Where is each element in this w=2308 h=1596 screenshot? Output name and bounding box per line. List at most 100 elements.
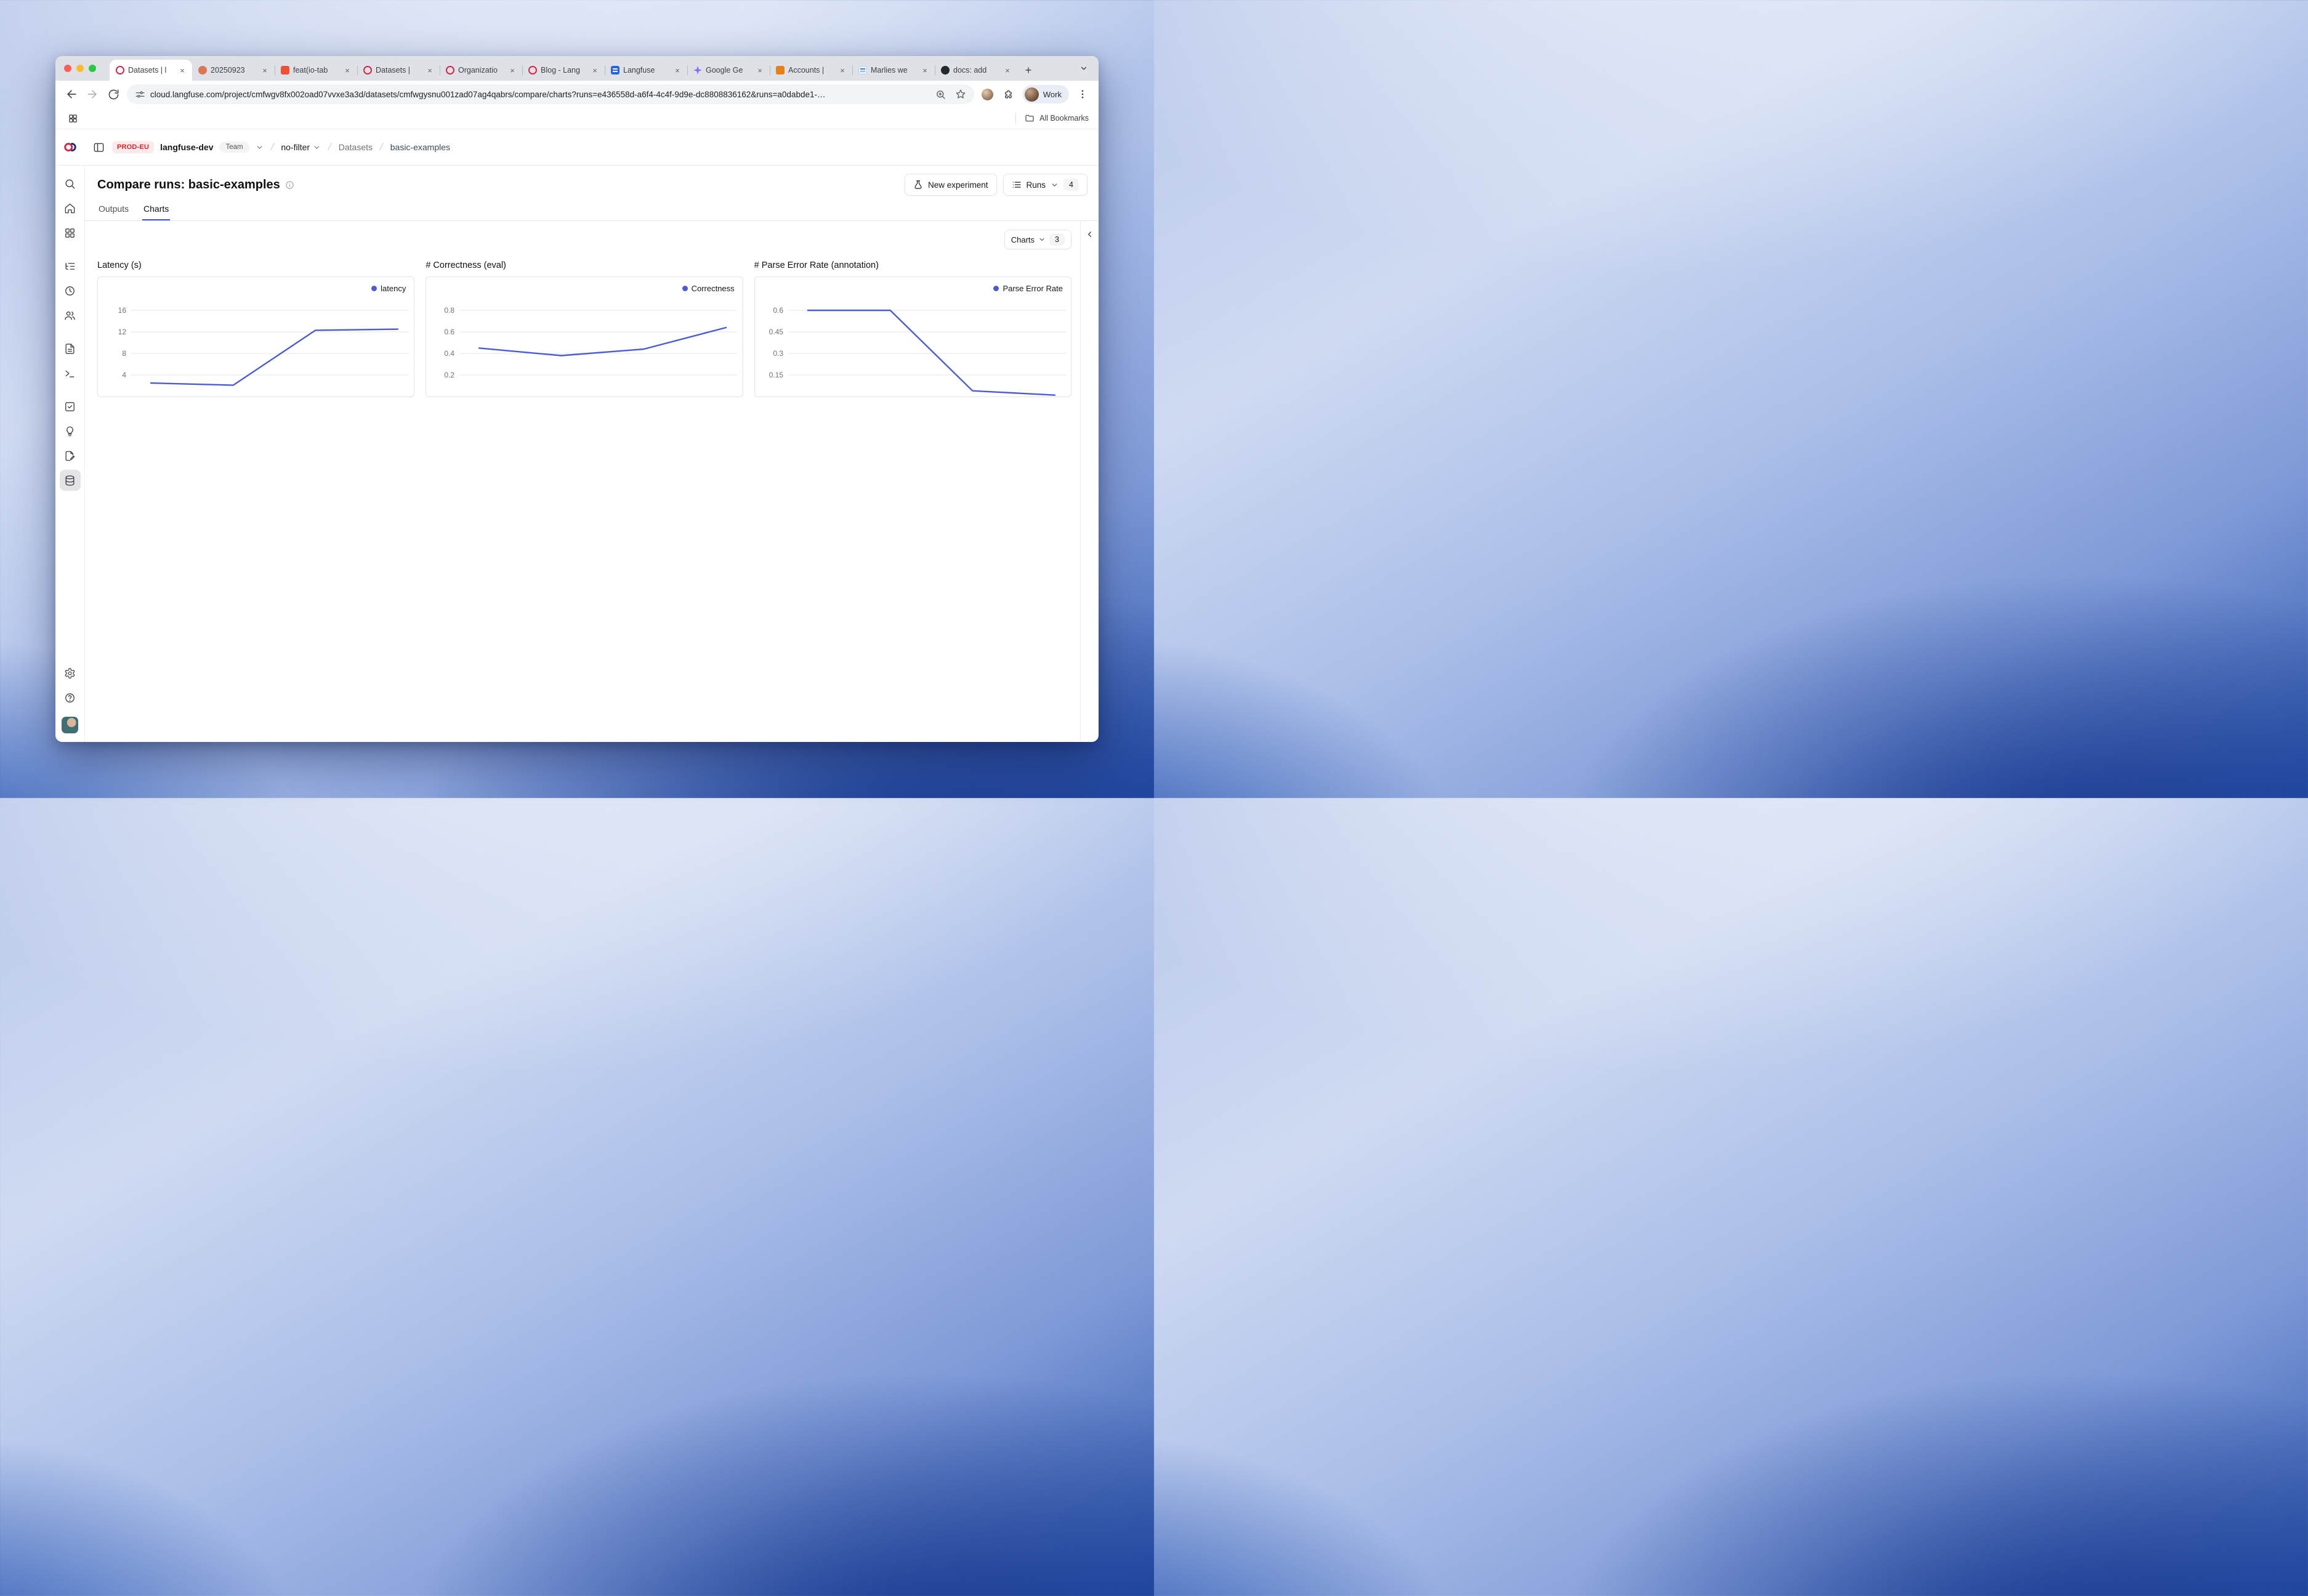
browser-tab[interactable]: Organizatio× (440, 60, 522, 81)
browser-profile-chip[interactable]: Work (1022, 85, 1069, 103)
browser-tab[interactable]: Accounts |× (770, 60, 852, 81)
tab-close-icon[interactable]: × (1003, 65, 1012, 75)
sidebar-item-playground[interactable] (60, 363, 81, 384)
browser-window: Datasets | l×20250923×feat(io-tab×Datase… (55, 56, 1099, 742)
apps-grid-icon[interactable] (65, 111, 80, 126)
svg-text:0.45: 0.45 (769, 328, 783, 336)
extension-avatar-icon[interactable] (980, 87, 995, 102)
browser-tab[interactable]: Datasets | × (357, 60, 440, 81)
tab-close-icon[interactable]: × (177, 65, 187, 75)
fullscreen-window-button[interactable] (89, 65, 96, 72)
browser-tab[interactable]: Langfuse× (605, 60, 687, 81)
charts-count-badge: 3 (1049, 233, 1065, 246)
tab-list: Datasets | l×20250923×feat(io-tab×Datase… (110, 60, 1017, 81)
svg-text:16: 16 (118, 306, 127, 315)
langfuse-favicon-icon (528, 66, 537, 75)
reload-icon[interactable] (106, 87, 121, 102)
tab-close-icon[interactable]: × (507, 65, 517, 75)
sidebar-item-sessions[interactable] (60, 280, 81, 301)
tab-title: docs: add (953, 66, 999, 75)
charts-selector-row: Charts 3 (97, 221, 1071, 252)
list-icon (1012, 180, 1022, 190)
svg-text:0.2: 0.2 (445, 371, 455, 379)
tab-title: Blog - Lang (541, 66, 586, 75)
collapse-panel-chevron-icon[interactable] (1085, 230, 1094, 239)
breadcrumb-current[interactable]: basic-examples (390, 142, 450, 152)
browser-tab[interactable]: feat(io-tab× (275, 60, 357, 81)
user-avatar[interactable] (62, 717, 78, 733)
sidebar-toggle-icon[interactable] (91, 140, 106, 155)
gemini-favicon-icon (693, 66, 702, 75)
sidebar-item-users[interactable] (60, 305, 81, 326)
legend-dot-icon (993, 286, 999, 291)
project-switcher[interactable]: no-filter (281, 142, 321, 152)
close-window-button[interactable] (64, 65, 71, 72)
sidebar-item-annotation[interactable] (60, 445, 81, 466)
tab-title: Langfuse (623, 66, 669, 75)
charts-filter-dropdown[interactable]: Charts 3 (1004, 230, 1071, 249)
sidebar-item-evaluation[interactable] (60, 396, 81, 417)
tab-list-chevron-icon[interactable] (1076, 61, 1091, 76)
browser-tab[interactable]: docs: add × (935, 60, 1017, 81)
browser-tab[interactable]: Datasets | l× (110, 60, 192, 81)
back-icon[interactable] (64, 87, 79, 102)
new-tab-button[interactable]: + (1020, 62, 1037, 79)
tab-close-icon[interactable]: × (260, 65, 270, 75)
page-actions: New experiment Runs 4 (905, 174, 1087, 196)
address-bar[interactable]: cloud.langfuse.com/project/cmfwgv8fx002o… (127, 84, 974, 104)
info-icon[interactable] (285, 180, 294, 190)
legend-dot-icon (682, 286, 688, 291)
tab-close-icon[interactable]: × (755, 65, 765, 75)
chart-canvas[interactable]: Correctness 0.20.40.60.8 (426, 276, 743, 397)
extensions-puzzle-icon[interactable] (1001, 87, 1016, 102)
tab-outputs[interactable]: Outputs (97, 200, 130, 220)
browser-tab[interactable]: Google Ge× (687, 60, 770, 81)
legend-dot-icon (371, 286, 377, 291)
org-switcher-chevron-icon[interactable] (256, 143, 264, 151)
runs-dropdown-button[interactable]: Runs 4 (1003, 174, 1087, 196)
sidebar-item-datasets[interactable] (60, 470, 81, 491)
langfuse-logo[interactable] (55, 140, 85, 154)
minimize-window-button[interactable] (76, 65, 84, 72)
legend-label: latency (381, 284, 406, 293)
chart-canvas[interactable]: latency 481216 (97, 276, 414, 397)
tab-charts[interactable]: Charts (142, 200, 170, 220)
browser-tab[interactable]: Blog - Lang × (522, 60, 605, 81)
tab-close-icon[interactable]: × (590, 65, 600, 75)
tab-close-icon[interactable]: × (837, 65, 847, 75)
new-experiment-button[interactable]: New experiment (905, 174, 997, 196)
sidebar-item-prompts[interactable] (60, 338, 81, 359)
chart-canvas[interactable]: Parse Error Rate 0.150.30.450.6 (754, 276, 1071, 397)
sidebar-item-insights[interactable] (60, 421, 81, 441)
tab-close-icon[interactable]: × (342, 65, 352, 75)
breadcrumb-datasets-link[interactable]: Datasets (339, 142, 373, 152)
chart-correctness: # Correctness (eval) Correctness 0.20.40… (426, 260, 743, 397)
tab-title: feat(io-tab (293, 66, 339, 75)
file-text-icon (64, 343, 76, 355)
breadcrumb-separator: / (326, 141, 334, 153)
url-text[interactable]: cloud.langfuse.com/project/cmfwgv8fx002o… (150, 90, 929, 99)
sidebar-item-home[interactable] (60, 198, 81, 219)
sidebar-item-dashboards[interactable] (60, 222, 81, 243)
bookmark-star-icon[interactable] (953, 87, 968, 102)
sidebar-item-settings[interactable] (60, 663, 81, 683)
chart-legend: Correctness (682, 284, 735, 293)
org-name[interactable]: langfuse-dev (160, 142, 213, 152)
browser-tab[interactable]: Marlies we× (852, 60, 935, 81)
zoom-icon[interactable] (934, 87, 948, 102)
tab-title: Datasets | (376, 66, 421, 75)
browser-menu-kebab-icon[interactable] (1075, 87, 1090, 102)
project-switcher-chevron-icon[interactable] (313, 143, 321, 151)
tab-close-icon[interactable]: × (672, 65, 682, 75)
browser-tab[interactable]: 20250923× (192, 60, 275, 81)
site-settings-icon[interactable] (134, 87, 145, 102)
forward-icon[interactable] (85, 87, 100, 102)
sidebar-item-tracing[interactable] (60, 256, 81, 276)
all-bookmarks[interactable]: All Bookmarks (1015, 113, 1089, 124)
tab-close-icon[interactable]: × (425, 65, 435, 75)
sidebar-item-support[interactable] (60, 687, 81, 708)
environment-badge[interactable]: PROD-EU (112, 141, 154, 153)
tab-close-icon[interactable]: × (920, 65, 930, 75)
sidebar-item-search[interactable] (60, 173, 81, 194)
chart-parse-error-rate: # Parse Error Rate (annotation) Parse Er… (754, 260, 1071, 397)
